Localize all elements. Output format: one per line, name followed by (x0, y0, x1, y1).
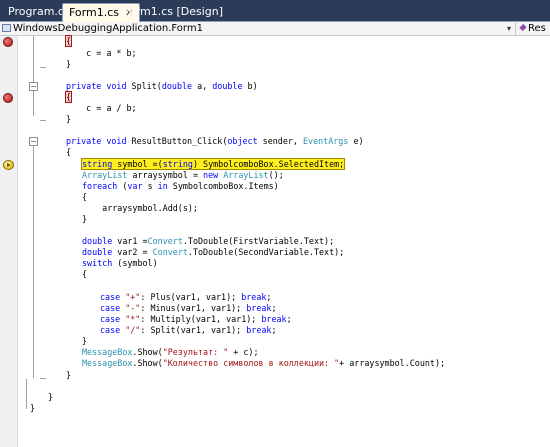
code-line: ArrayList arraysymbol = new ArrayList(); (82, 170, 284, 180)
code-line: } (82, 214, 88, 224)
tab-label: Program.cs (8, 5, 70, 18)
code-line: case "-": Minus(var1, var1); break; (100, 303, 277, 313)
code-line: } (66, 114, 72, 124)
navigation-bar: WindowsDebuggingApplication.Form1 ▾ Res (0, 22, 550, 36)
code-line: case "+": Plus(var1, var1); break; (100, 292, 272, 302)
member-dropdown-value: Res (528, 23, 546, 34)
code-line: private void ResultButton_Click(object s… (66, 136, 364, 146)
tab-label: Form1.cs (69, 6, 119, 19)
chevron-down-icon[interactable]: ▾ (504, 22, 514, 35)
code-line: { (64, 35, 73, 47)
outline-guide (26, 379, 27, 409)
code-line: MessageBox.Show("Количество символов в к… (82, 358, 446, 368)
code-line: { (64, 91, 73, 103)
code-line: foreach (var s in SymbolcomboBox.Items) (82, 181, 279, 191)
code-editor[interactable]: − − { c = a * b; } private void Split(do… (0, 35, 550, 447)
code-line: switch (symbol) (82, 258, 158, 268)
code-line: { (66, 147, 72, 157)
code-line: double var2 = Convert.ToDouble(SecondVar… (82, 247, 345, 257)
code-line: private void Split(double a, double b) (66, 81, 258, 91)
code-line: } (48, 392, 54, 402)
tab-label: Form1.cs [Design] (123, 5, 224, 18)
outline-guide (40, 67, 46, 68)
code-line: c = a * b; (66, 48, 137, 58)
outline-guide (40, 120, 46, 121)
tab-form1-design[interactable]: Form1.cs [Design] (117, 3, 229, 22)
code-line: case "/": Split(var1, var1); break; (100, 325, 277, 335)
code-line: } (66, 370, 72, 380)
code-line: } (30, 403, 36, 413)
code-line: MessageBox.Show("Результат: " + c); (82, 347, 259, 357)
current-statement-arrow-icon[interactable] (3, 160, 14, 170)
breakpoint-icon[interactable] (3, 37, 13, 47)
collapse-icon[interactable]: − (29, 137, 38, 146)
code-line: { (82, 192, 88, 202)
type-dropdown[interactable]: WindowsDebuggingApplication.Form1 (0, 22, 516, 35)
outline-guide (40, 378, 46, 379)
code-line: { (82, 269, 88, 279)
code-line: arraysymbol.Add(s); (82, 203, 198, 213)
breakpoint-icon[interactable] (3, 93, 13, 103)
collapse-icon[interactable]: − (29, 82, 38, 91)
class-icon (2, 24, 11, 32)
outline-guide (33, 36, 34, 116)
indicator-margin[interactable] (0, 36, 18, 447)
code-line: } (82, 336, 88, 346)
code-line: case "*": Multiply(var1, var1); break; (100, 314, 292, 324)
code-line: double var1 =Convert.ToDouble(FirstVaria… (82, 236, 335, 246)
code-line: } (66, 59, 72, 69)
type-dropdown-value: WindowsDebuggingApplication.Form1 (13, 23, 203, 34)
member-dropdown[interactable]: Res (519, 22, 550, 35)
document-tab-strip: Program.cs Form1.cs ✕ Form1.cs [Design] (0, 0, 550, 22)
current-statement-line: string symbol =(string) SymbolcomboBox.S… (80, 158, 346, 170)
code-line: c = a / b; (66, 103, 137, 113)
outline-guide (33, 146, 34, 378)
method-icon (519, 23, 527, 32)
